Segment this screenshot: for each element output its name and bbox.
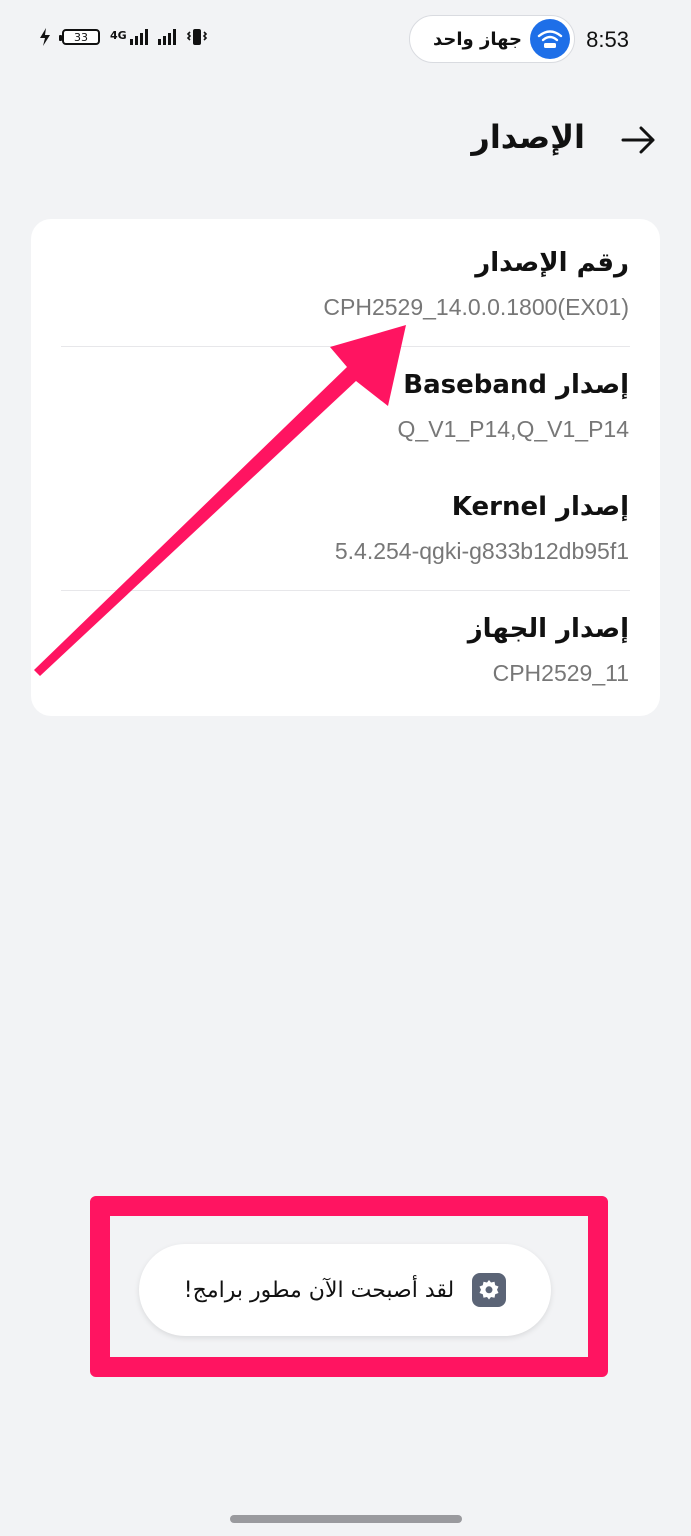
signal-4g-icon: 4G bbox=[110, 29, 148, 45]
status-left-icons: 33 4G bbox=[38, 28, 208, 46]
divider bbox=[61, 590, 630, 591]
divider bbox=[61, 346, 630, 347]
clock: 8:53 bbox=[586, 27, 629, 52]
battery-icon: 33 bbox=[59, 29, 100, 45]
item-value: CPH2529_11 bbox=[492, 660, 629, 686]
battery-level: 33 bbox=[74, 30, 88, 44]
hotspot-pill[interactable]: جهاز واحد bbox=[409, 15, 575, 63]
network-type: 4G bbox=[110, 29, 127, 42]
version-item-build-number[interactable]: رقم الإصدار CPH2529_14.0.0.1800(EX01) bbox=[31, 245, 660, 323]
screen: 33 4G جهاز واحد 8:53 الإصدار رقم الإصدار… bbox=[0, 0, 691, 1536]
signal-icon bbox=[157, 29, 176, 45]
item-title: إصدار الجهاز bbox=[467, 614, 629, 644]
item-value: CPH2529_14.0.0.1800(EX01) bbox=[323, 294, 629, 320]
status-bar: 33 4G جهاز واحد 8:53 bbox=[0, 0, 691, 80]
settings-gear-icon bbox=[472, 1273, 507, 1307]
version-item-kernel[interactable]: إصدار Kernel 5.4.254-qgki-g833b12db95f1 bbox=[31, 489, 660, 567]
page-title: الإصدار bbox=[471, 118, 585, 156]
app-header: الإصدار bbox=[0, 110, 691, 170]
item-value: 5.4.254-qgki-g833b12db95f1 bbox=[334, 538, 629, 564]
arrow-icon[interactable] bbox=[621, 122, 657, 158]
wifi-hotspot-icon bbox=[530, 19, 570, 59]
item-title: إصدار Baseband bbox=[403, 370, 629, 400]
nav-gesture-handle[interactable] bbox=[230, 1515, 462, 1523]
vibrate-icon bbox=[186, 29, 207, 45]
developer-toast: لقد أصبحت الآن مطور برامج! bbox=[139, 1244, 551, 1336]
toast-message: لقد أصبحت الآن مطور برامج! bbox=[183, 1277, 455, 1303]
hotspot-label: جهاز واحد bbox=[433, 28, 522, 50]
charging-icon bbox=[40, 28, 50, 46]
item-title: رقم الإصدار bbox=[475, 248, 629, 278]
version-item-hardware[interactable]: إصدار الجهاز CPH2529_11 bbox=[31, 611, 660, 689]
version-item-baseband[interactable]: إصدار Baseband Q_V1_P14,Q_V1_P14 bbox=[31, 367, 660, 445]
item-value: Q_V1_P14,Q_V1_P14 bbox=[397, 416, 629, 442]
item-title: إصدار Kernel bbox=[451, 492, 629, 522]
version-card: رقم الإصدار CPH2529_14.0.0.1800(EX01) إص… bbox=[31, 219, 660, 716]
